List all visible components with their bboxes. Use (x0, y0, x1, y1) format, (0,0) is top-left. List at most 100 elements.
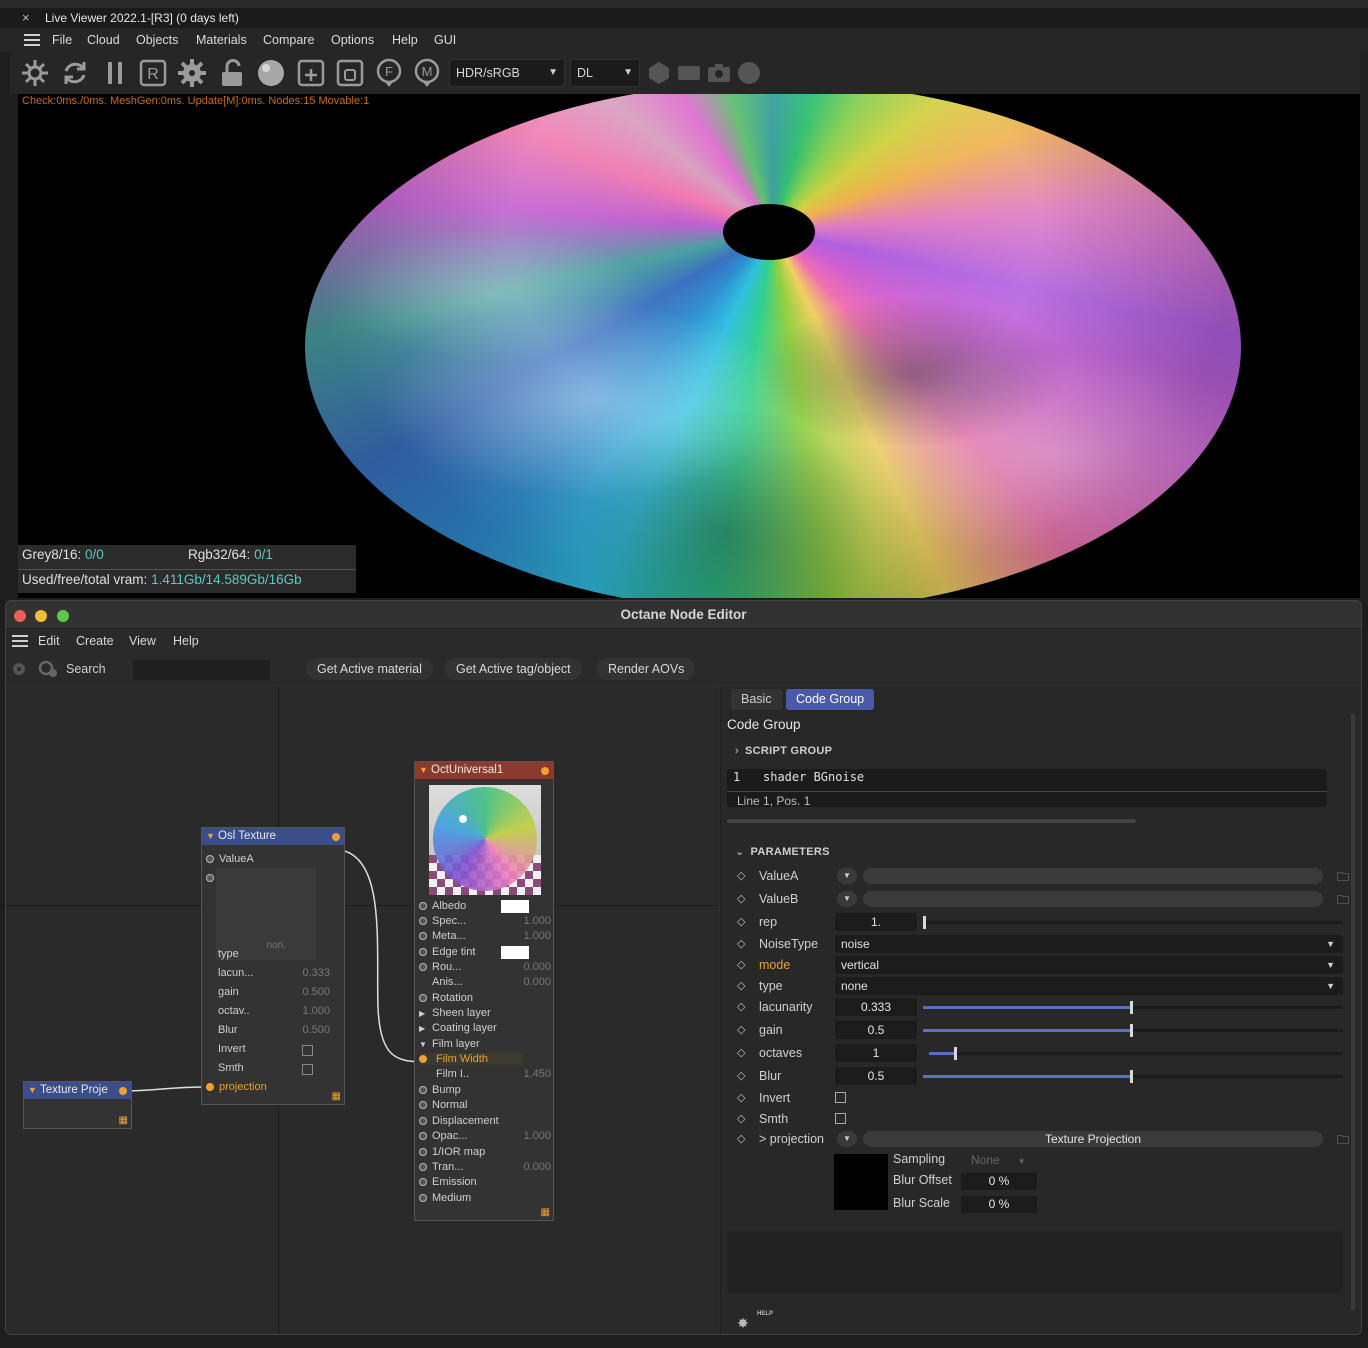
tab-basic[interactable]: Basic (731, 689, 782, 710)
octaves-slider[interactable] (929, 1047, 1343, 1060)
zoom-window-icon[interactable] (57, 610, 69, 622)
colorspace-select[interactable]: HDR/sRGB ▼ (449, 59, 565, 87)
input-pin[interactable] (419, 932, 427, 940)
blur-offset-field[interactable]: 0 % (961, 1173, 1037, 1190)
pin-ior-map[interactable]: 1/IOR map (419, 1146, 485, 1158)
help-icon[interactable]: ✸ HELP (737, 1311, 773, 1332)
pin-metallic[interactable]: Meta... 1.000 (419, 930, 551, 942)
pin-rotation[interactable]: Rotation (419, 992, 473, 1004)
focus-f-icon[interactable]: F (374, 58, 404, 88)
input-pin[interactable] (419, 1163, 427, 1171)
pause-icon[interactable] (100, 58, 130, 88)
noisetype-select[interactable]: noise ▼ (835, 935, 1343, 953)
gain-slider[interactable] (923, 1024, 1343, 1037)
region-r-icon[interactable]: R (138, 58, 168, 88)
resize-handle-icon[interactable]: ▦ (541, 1207, 550, 1218)
node-input-valuea[interactable]: ValueA (206, 853, 254, 865)
keyframe-diamond-icon[interactable]: ◇ (737, 1087, 745, 1109)
code-editor[interactable]: 1 shader BGnoise Line 1, Pos. 1 (727, 769, 1327, 808)
keyframe-diamond-icon[interactable]: ◇ (737, 996, 745, 1018)
pin-anisotropy[interactable]: Anis... 0.000 (432, 976, 551, 988)
input-pin[interactable] (206, 1083, 214, 1091)
menu-objects[interactable]: Objects (136, 28, 178, 52)
folder-icon[interactable]: 🗀 (1337, 889, 1349, 911)
pin-edge-tint[interactable]: Edge tint (419, 946, 529, 959)
input-pin[interactable] (206, 874, 214, 882)
color-swatch[interactable] (501, 946, 529, 959)
dropdown-arrow-button[interactable]: ▼ (837, 891, 857, 907)
input-pin[interactable] (419, 902, 427, 910)
close-window-icon[interactable] (14, 610, 26, 622)
rep-field[interactable]: 1. (835, 913, 917, 931)
lacunarity-slider[interactable] (923, 1001, 1343, 1014)
resize-handle-icon[interactable]: ▦ (119, 1115, 128, 1126)
gain-field[interactable]: 0.5 (835, 1021, 917, 1039)
group-coating-layer[interactable]: ▶ Coating layer (419, 1022, 497, 1034)
collapse-triangle-icon[interactable]: ▼ (28, 1082, 37, 1099)
resize-handle-icon[interactable]: ▦ (332, 1091, 341, 1102)
pin-roughness[interactable]: Rou... 0.000 (419, 961, 551, 973)
pin-normal[interactable]: Normal (419, 1099, 467, 1111)
osl-texture-node[interactable]: ▼ Osl Texture ValueA non. type lacun... 0… (201, 827, 345, 1105)
pin-opacity[interactable]: Opac... 1.000 (419, 1130, 551, 1142)
mode-select[interactable]: vertical ▼ (835, 956, 1343, 974)
hamburger-menu-icon[interactable] (12, 635, 28, 647)
input-pin[interactable] (419, 1086, 427, 1094)
node-input-projection[interactable]: projection (206, 1081, 267, 1093)
pin-bump[interactable]: Bump (419, 1084, 461, 1096)
octuniversal-node[interactable]: ▼ OctUniversal1 Albedo Spec... 1.000 Meta… (414, 761, 554, 1221)
keyframe-diamond-icon[interactable]: ◇ (737, 975, 745, 997)
add-square-icon[interactable] (296, 58, 326, 88)
blur-slider[interactable] (923, 1070, 1343, 1083)
input-pin[interactable] (419, 1132, 427, 1140)
keyframe-diamond-icon[interactable]: ◇ (737, 888, 745, 910)
menu-materials[interactable]: Materials (196, 28, 247, 52)
keyframe-diamond-icon[interactable]: ◇ (737, 1108, 745, 1130)
vertical-scrollbar[interactable] (1351, 714, 1355, 1310)
film-icon[interactable] (674, 58, 704, 88)
input-pin[interactable] (419, 948, 427, 956)
tab-code-group[interactable]: Code Group (786, 689, 875, 710)
keyframe-diamond-icon[interactable]: ◇ (737, 1128, 745, 1150)
pin-displacement[interactable]: Displacement (419, 1115, 499, 1127)
input-pin[interactable] (419, 1194, 427, 1202)
menu-help[interactable]: Help (392, 28, 418, 52)
folder-icon[interactable]: 🗀 (1337, 866, 1349, 888)
link-field[interactable] (863, 891, 1323, 907)
keyframe-diamond-icon[interactable]: ◇ (737, 933, 745, 955)
menu-options[interactable]: Options (331, 28, 374, 52)
parameters-header[interactable]: ⌄ PARAMETERS (735, 845, 830, 858)
menu-gui[interactable]: GUI (434, 28, 456, 52)
menu-help[interactable]: Help (173, 629, 199, 653)
slider-knob[interactable] (1130, 1001, 1133, 1014)
folder-icon[interactable]: 🗀 (1337, 1129, 1349, 1151)
render-viewport[interactable] (18, 94, 1360, 598)
refresh-icon[interactable] (60, 58, 90, 88)
collapse-triangle-icon[interactable]: ▼ (419, 762, 428, 779)
invert-checkbox[interactable] (835, 1092, 846, 1103)
get-active-material-button[interactable]: Get Active material (306, 658, 433, 680)
pin-albedo[interactable]: Albedo (419, 900, 529, 913)
camera-icon[interactable] (704, 58, 734, 88)
output-pin[interactable] (332, 833, 340, 841)
node-header[interactable]: ▼ Osl Texture (202, 828, 344, 845)
cube-icon[interactable] (644, 58, 674, 88)
checkbox[interactable] (302, 1064, 313, 1075)
input-pin[interactable] (419, 1055, 427, 1063)
input-pin[interactable] (419, 994, 427, 1002)
output-pin[interactable] (119, 1087, 127, 1095)
get-active-tag-object-button[interactable]: Get Active tag/object (445, 658, 582, 680)
type-select[interactable]: none ▼ (835, 977, 1343, 995)
lacunarity-field[interactable]: 0.333 (835, 998, 917, 1016)
node-search-icon[interactable] (36, 659, 60, 679)
color-swatch[interactable] (501, 900, 529, 913)
blur-field[interactable]: 0.5 (835, 1067, 917, 1085)
rep-slider[interactable] (923, 916, 1343, 929)
blur-scale-field[interactable]: 0 % (961, 1196, 1037, 1213)
collapse-triangle-icon[interactable]: ▼ (419, 1040, 432, 1049)
menu-file[interactable]: File (52, 28, 72, 52)
minimize-window-icon[interactable] (35, 610, 47, 622)
texture-projection-node[interactable]: ▼ Texture Proje ▦ (23, 1081, 132, 1129)
material-m-icon[interactable]: M (412, 58, 442, 88)
pin-emission[interactable]: Emission (419, 1176, 477, 1188)
